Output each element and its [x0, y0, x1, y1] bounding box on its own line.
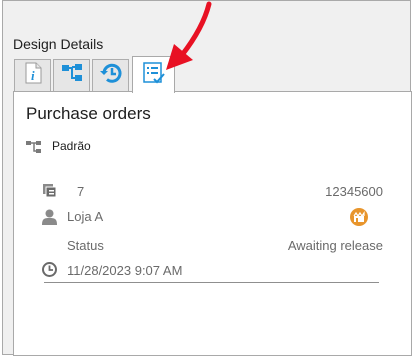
history-icon: [99, 61, 123, 90]
stack-icon: [43, 184, 57, 203]
panel-title: Design Details: [13, 36, 104, 52]
svg-text:i: i: [31, 68, 35, 83]
store-value: Loja A: [67, 209, 104, 224]
divider: [44, 282, 379, 283]
number-value: 12345600: [325, 184, 383, 199]
info-icon: i: [23, 62, 43, 89]
user-icon: [42, 209, 57, 230]
annotation-arrow-icon: [160, 0, 220, 80]
hierarchy-icon: [26, 140, 42, 158]
timestamp-value: 11/28/2023 9:07 AM: [67, 263, 183, 278]
page-title: Purchase orders: [26, 104, 151, 123]
details-content: Purchase orders Padrão 7 12345600 Loja A…: [13, 91, 412, 356]
hierarchy-icon: [61, 63, 83, 88]
status-label: Status: [67, 238, 104, 253]
tab-hierarchy[interactable]: [53, 59, 90, 91]
store-icon: [350, 208, 368, 231]
tab-history[interactable]: [92, 59, 129, 91]
tab-info[interactable]: i: [14, 59, 51, 91]
status-value: Awaiting release: [287, 238, 383, 253]
category-label: Padrão: [52, 139, 91, 153]
count-value: 7: [77, 184, 85, 199]
clock-icon: [42, 262, 57, 282]
